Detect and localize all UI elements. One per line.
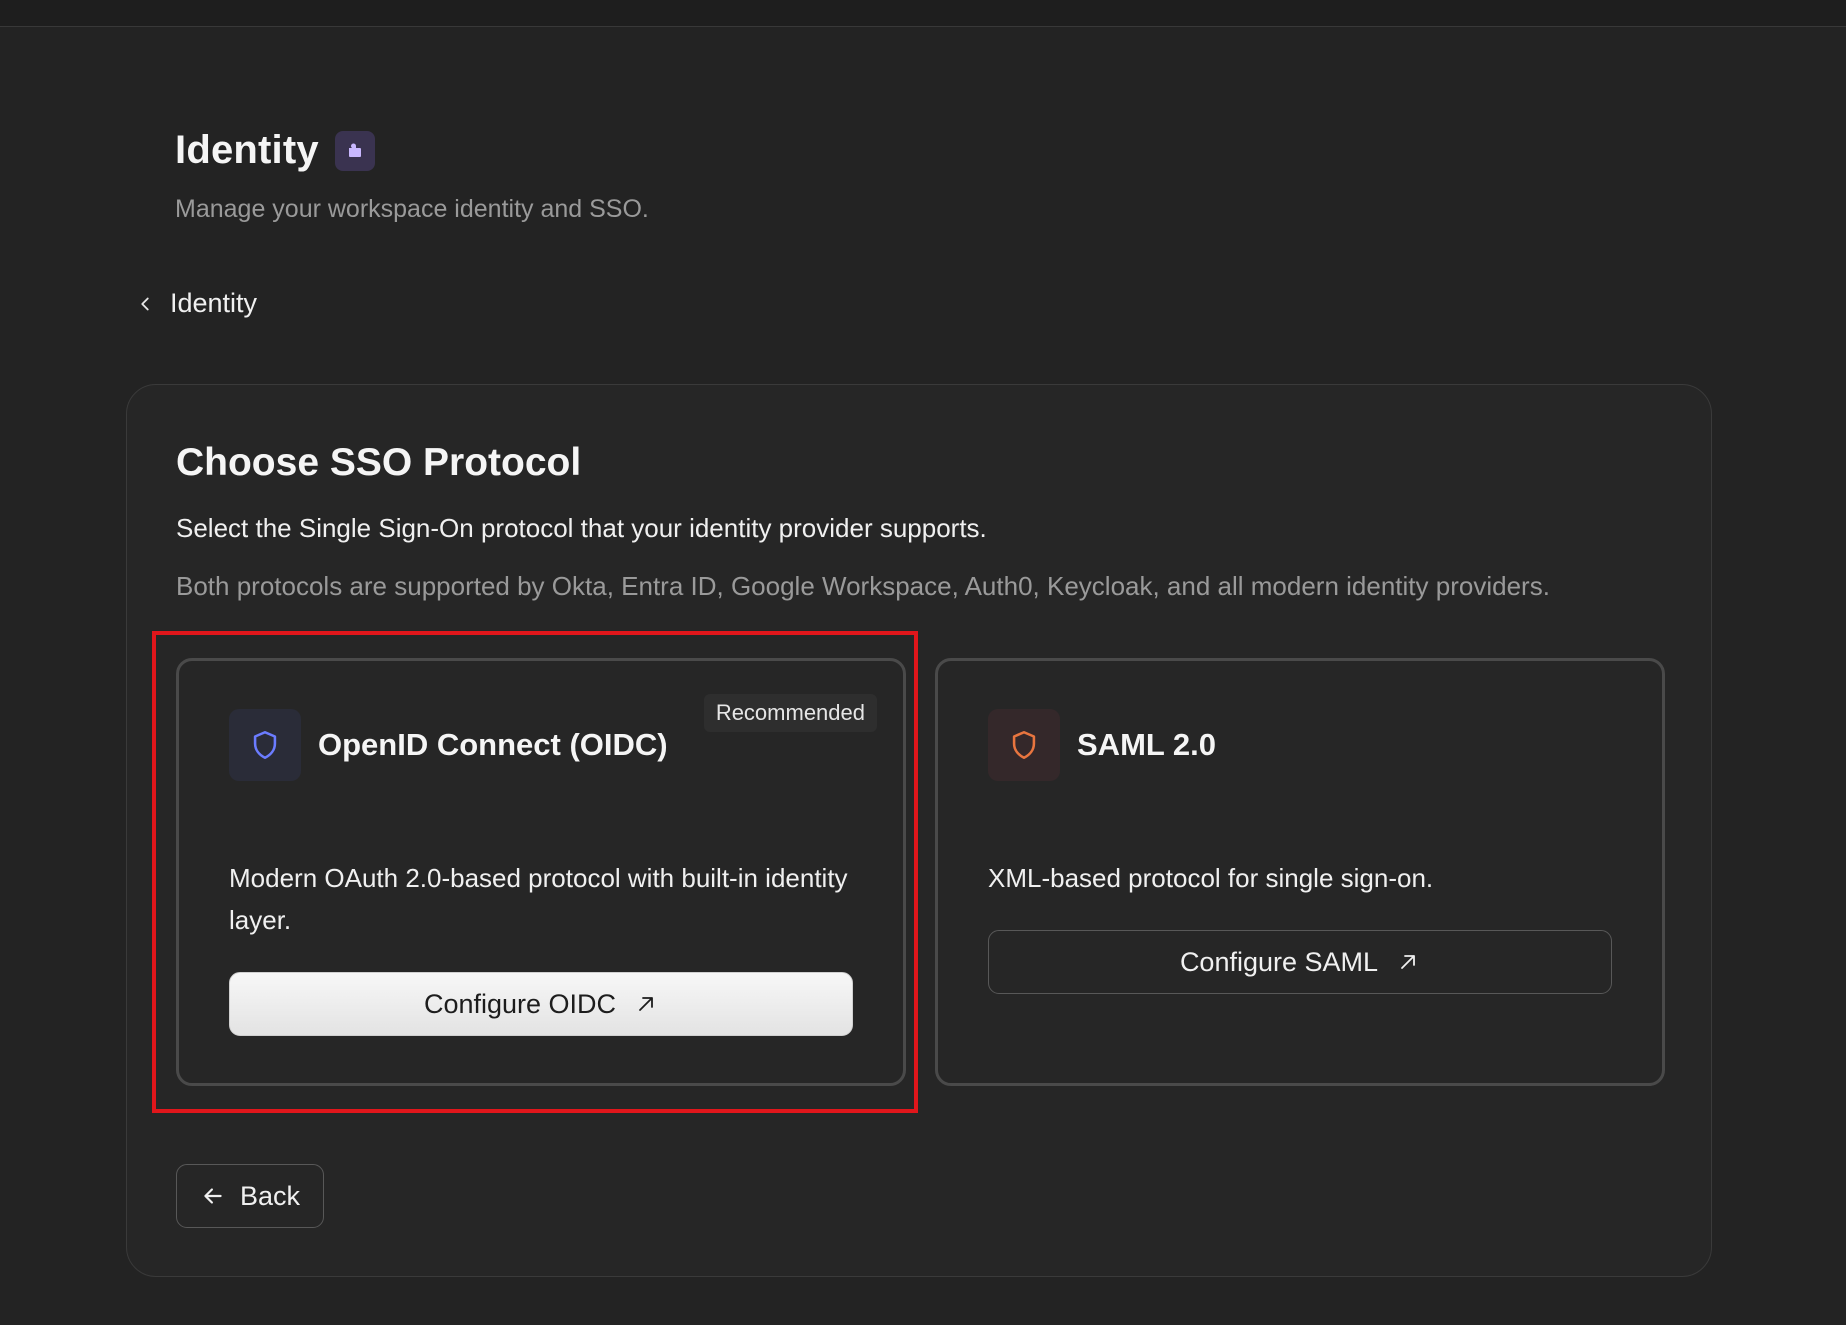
saml-description: XML-based protocol for single sign-on. (988, 863, 1434, 893)
breadcrumb-back-identity[interactable]: Identity (134, 288, 257, 319)
saml-title: SAML 2.0 (1077, 727, 1216, 762)
configure-oidc-button[interactable]: Configure OIDC (229, 972, 853, 1036)
panel-title: Choose SSO Protocol (176, 441, 582, 484)
page-subtitle: Manage your workspace identity and SSO. (175, 195, 649, 223)
arrow-left-icon (204, 1188, 222, 1204)
recommended-badge: Recommended (703, 694, 877, 732)
configure-saml-button[interactable]: Configure SAML (988, 930, 1612, 994)
breadcrumb-label: Identity (170, 288, 258, 318)
configure-oidc-label: Configure OIDC (423, 988, 617, 1019)
chevron-left-icon (141, 297, 149, 310)
page-title: Identity (175, 128, 319, 172)
panel-description: Select the Single Sign-On protocol that … (176, 513, 987, 543)
saml-card[interactable]: SAML 2.0 XML-based protocol for single s… (935, 658, 1665, 1086)
sso-protocol-panel: Choose SSO Protocol Select the Single Si… (126, 384, 1712, 1277)
puzzle-icon (334, 130, 375, 171)
panel-note: Both protocols are supported by Okta, En… (176, 571, 1550, 601)
back-button[interactable]: Back (176, 1164, 324, 1228)
oidc-card[interactable]: OpenID Connect (OIDC) Recommended Modern… (176, 658, 906, 1086)
arrow-up-right-icon (1401, 955, 1415, 969)
oidc-description: Modern OAuth 2.0-based protocol with bui… (229, 863, 848, 935)
back-label: Back (239, 1180, 301, 1211)
arrow-up-right-icon (639, 997, 653, 1011)
configure-saml-label: Configure SAML (1179, 946, 1379, 977)
page-header: Identity Manage your workspace identity … (175, 128, 649, 224)
shield-icon (229, 709, 301, 781)
shield-icon (988, 709, 1060, 781)
title-row: Identity (175, 128, 649, 173)
oidc-title: OpenID Connect (OIDC) (318, 727, 668, 762)
top-bar (0, 0, 1846, 27)
